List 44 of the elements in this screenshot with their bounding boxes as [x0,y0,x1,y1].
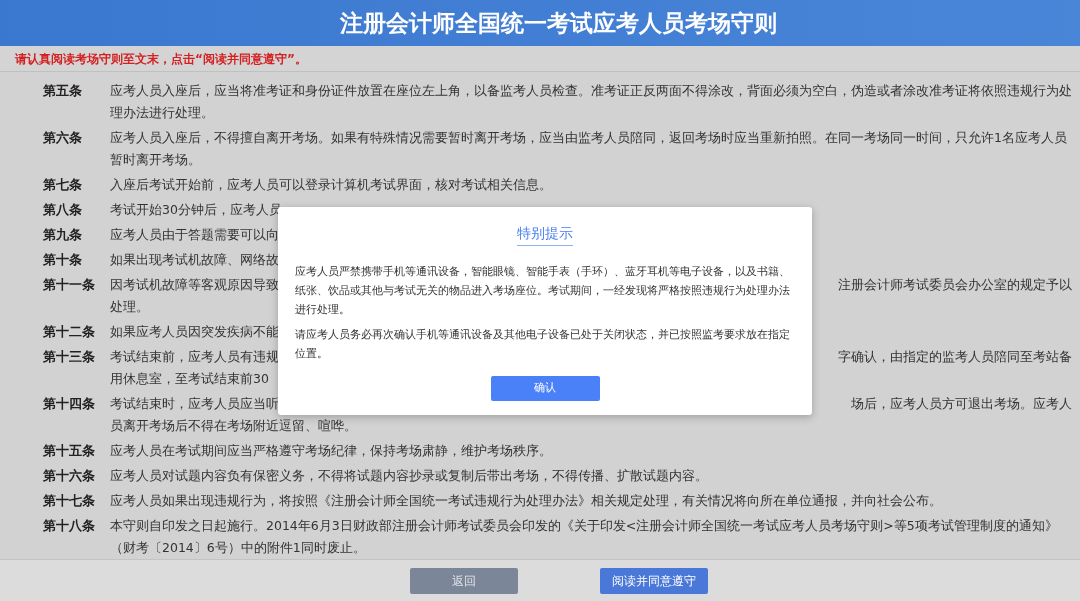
article-text: 理办法进行处理。 [110,104,214,122]
article-text: 应考人员入座后，应当将准考证和身份证件放置在座位左上角，以备监考人员检查。准考证正反两面不得涂改，背面必须为空白，伪造或者涂改准考证将依照违规行为处 [110,82,1072,100]
article-number: 第十条 [43,251,83,269]
dialog-paragraph: 请应考人员务必再次确认手机等通讯设备及其他电子设备已处于关闭状态，并已按照监考要求放在指定位置。 [295,327,791,362]
notice-text: 请认真阅读考场守则至文末，点击“阅读并同意遵守”。 [15,50,307,68]
article-text: 如果出现考试机故障、网络故 [110,251,279,269]
article-text: 处理。 [110,298,149,316]
article-number: 第十一条 [43,276,96,294]
article-number: 第十三条 [43,348,96,366]
dialog-paragraph: 应考人员严禁携带手机等通讯设备，智能眼镜、智能手表（手环）、蓝牙耳机等电子设备，以及书籍、纸张、饮品或其他与考试无关的物品进入考场座位。考试期间，一经发现将严格按照违规行为处理办法进行处理。 [295,264,791,318]
article-text: 员离开考场后不得在考场附近逗留、喧哗。 [110,417,357,435]
dialog-title: 特别提示 [517,223,573,246]
article-text: 应考人员对试题内容负有保密义务，不得将试题内容抄录或复制后带出考场，不得传播、扩散试题内容。 [110,467,708,485]
article-text: 暂时离开考场。 [110,151,201,169]
article-text: 如果应考人员因突发疾病不能 [110,323,279,341]
article-number: 第十七条 [43,492,96,510]
article-number: 第九条 [43,226,83,244]
article-text: 本守则自印发之日起施行。2014年6月3日财政部注册会计师考试委员会印发的《关于印发<注册会计师全国统一考试应考人员考场守则>等5项考试管理制度的通知》 [110,517,1058,535]
article-text: 应考人员如果出现违规行为，将按照《注册会计师全国统一考试违规行为处理办法》相关规定处理，有关情况将向所在单位通报，并向社会公布。 [110,492,942,510]
article-text: 因考试机故障等客观原因导致 [110,276,279,294]
page-title: 注册会计师全国统一考试应考人员考场守则 [340,8,777,38]
article-number: 第十八条 [43,517,96,535]
back-button[interactable]: 返回 [409,567,518,594]
article-number: 第七条 [43,176,83,194]
article-number: 第十六条 [43,467,96,485]
article-number: 第六条 [43,129,83,147]
article-text: 场后，应考人员方可退出考场。应考人 [851,395,1072,413]
article-text: 应考人员入座后，不得擅自离开考场。如果有特殊情况需要暂时离开考场，应当由监考人员陪同，返回考场时应当重新拍照。在同一考场同一时间，只允许1名应考人员 [110,129,1067,147]
confirm-button[interactable]: 确认 [490,376,600,401]
article-text: 应考人员由于答题需要可以向 [110,226,279,244]
article-number: 第十四条 [43,395,96,413]
article-text: 考试结束时，应考人员应当听 [110,395,279,413]
article-text: 注册会计师考试委员会办公室的规定予以 [838,276,1072,294]
article-text: 用休息室，至考试结束前30 [110,370,269,388]
article-number: 第八条 [43,201,83,219]
article-text: 考试结束前，应考人员有违规 [110,348,279,366]
agree-button[interactable]: 阅读并同意遵守 [599,567,708,594]
article-text: 应考人员在考试期间应当严格遵守考场纪律，保持考场肃静，维护考场秩序。 [110,442,552,460]
article-text: （财考〔2014〕6号）中的附件1同时废止。 [110,539,366,557]
article-text: 字确认，由指定的监考人员陪同至考站备 [838,348,1072,366]
article-number: 第五条 [43,82,83,100]
article-number: 第十二条 [43,323,96,341]
article-number: 第十五条 [43,442,96,460]
article-text: 入座后考试开始前，应考人员可以登录计算机考试界面，核对考试相关信息。 [110,176,552,194]
